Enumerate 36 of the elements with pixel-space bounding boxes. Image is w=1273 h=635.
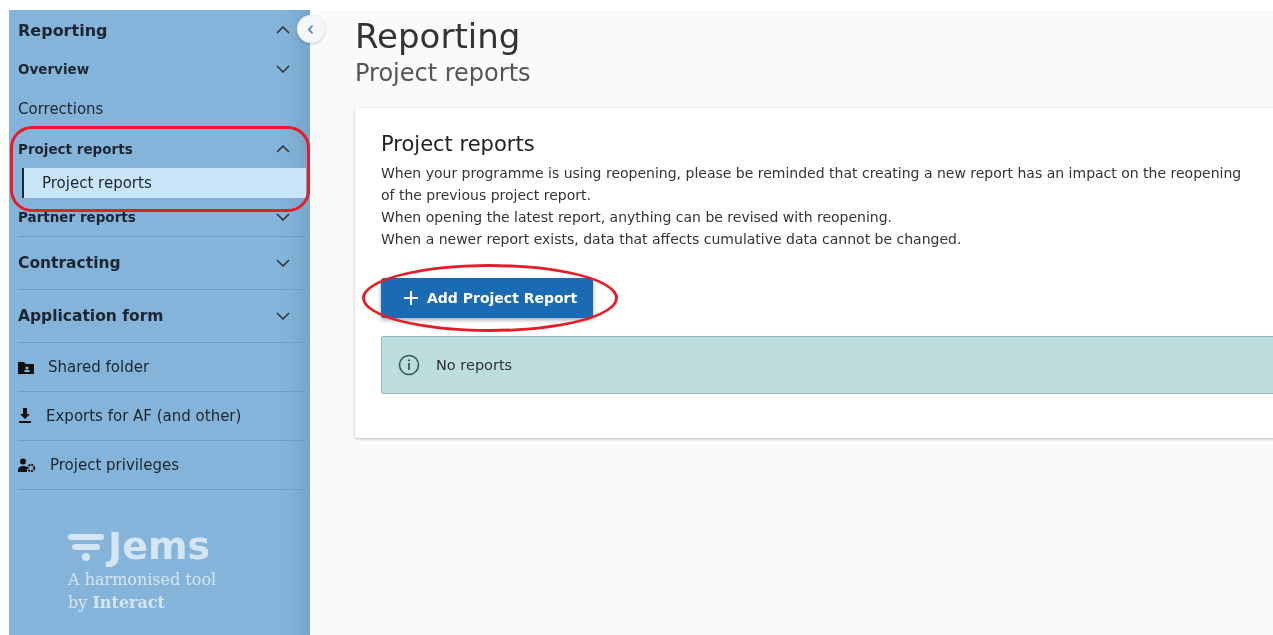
- nav-section[interactable]: Reporting: [18, 10, 290, 50]
- page-subtitle: Project reports: [355, 58, 532, 88]
- nav-section[interactable]: Contracting: [18, 237, 306, 289]
- page-title: Reporting: [355, 15, 522, 58]
- logo-tagline: A harmonised tool: [68, 568, 218, 591]
- logo-wordmark: Jems: [108, 526, 211, 568]
- user-gear-icon: [18, 458, 36, 472]
- chevron-icon: [276, 213, 290, 221]
- chevron-icon: [276, 312, 290, 320]
- nav-section[interactable]: Application form: [18, 290, 306, 342]
- nav-link[interactable]: Shared folder: [18, 343, 306, 391]
- folder-icon: [18, 360, 34, 374]
- nav-link[interactable]: Project privileges: [18, 441, 306, 489]
- chevron-icon: [276, 145, 290, 153]
- nav-item[interactable]: Corrections: [18, 88, 306, 130]
- alert-text: No reports: [436, 357, 513, 373]
- card-heading: Project reports: [381, 132, 536, 156]
- nav-link[interactable]: Exports for AF (and other): [18, 392, 306, 440]
- chevron-icon: [276, 259, 290, 267]
- plus-icon: [404, 291, 418, 305]
- add-report-button[interactable]: Add Project Report: [381, 278, 594, 318]
- info-text: When a newer report exists, data that affects cumulative data cannot be changed.: [381, 230, 963, 249]
- nav-item[interactable]: Project reports: [22, 168, 306, 198]
- logo-tagline: by Interact: [68, 591, 166, 614]
- chevron-icon: [276, 65, 290, 73]
- chevron-icon: [276, 26, 290, 34]
- chevron-left-icon: [308, 24, 314, 34]
- info-icon: [398, 354, 420, 376]
- download-icon: [18, 408, 32, 424]
- nav-group[interactable]: Overview: [18, 50, 306, 88]
- logo-icon: [68, 531, 104, 562]
- info-text: When your programme is using reopening, please be reminded that creating a new report has an impact on the reopening of the previous project report.: [381, 164, 1243, 205]
- collapse-button[interactable]: [297, 15, 325, 43]
- nav-group[interactable]: Partner reports: [18, 198, 306, 236]
- info-text: When opening the latest report, anything can be revised with reopening.: [381, 208, 894, 227]
- nav-group[interactable]: Project reports: [18, 130, 306, 168]
